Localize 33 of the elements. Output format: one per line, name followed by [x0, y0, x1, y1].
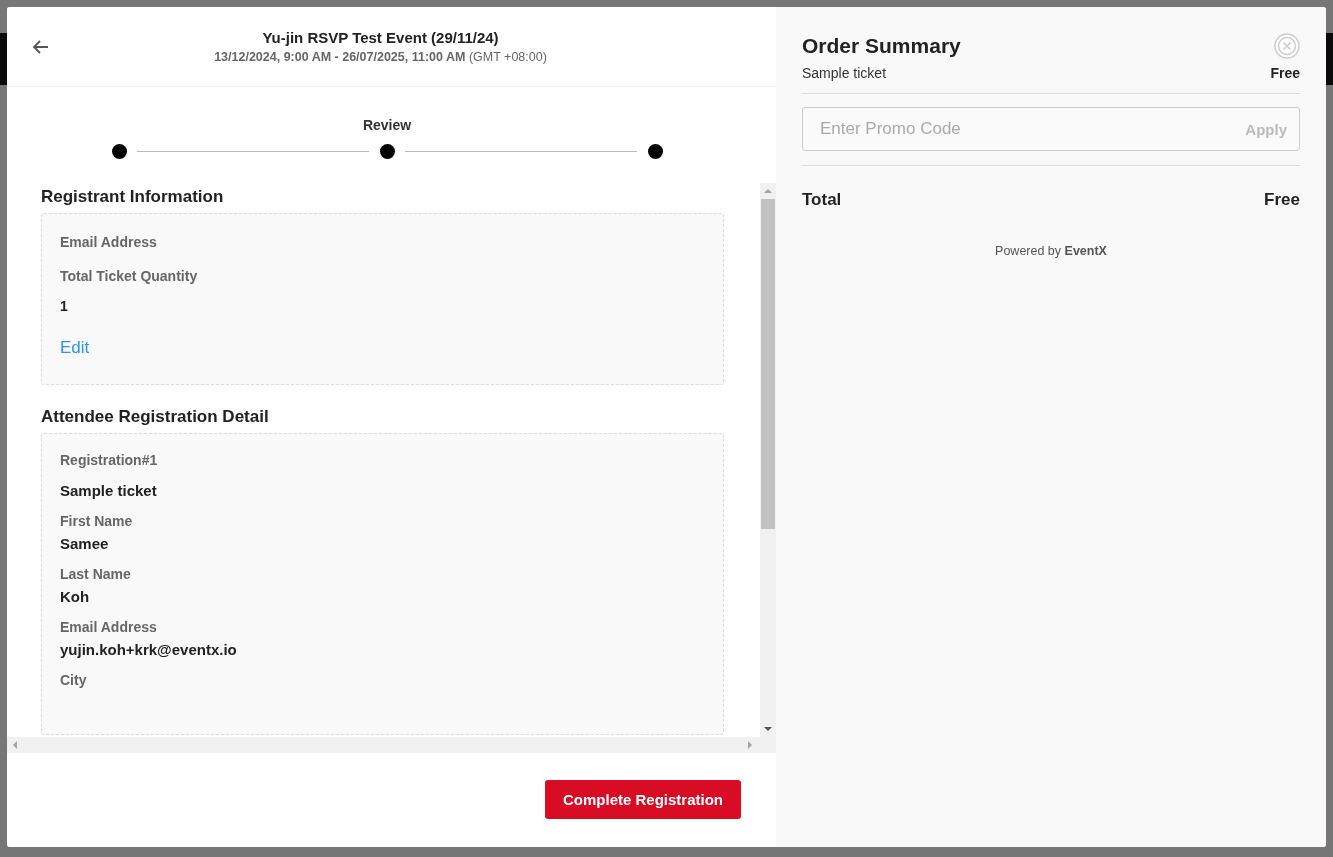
- field-label: Last Name: [60, 566, 132, 582]
- order-summary-title: Order Summary: [802, 34, 961, 58]
- field-value: yujin.koh+krk@eventx.io: [60, 641, 238, 658]
- ticket-name: Sample ticket: [60, 482, 158, 499]
- section-heading: Registrant Information: [41, 187, 225, 207]
- total-value: Free: [1264, 190, 1300, 210]
- field-label: First Name: [60, 513, 134, 529]
- step-label: Review: [362, 117, 412, 133]
- step-dot: [647, 144, 663, 159]
- edit-link[interactable]: Edit: [60, 338, 90, 358]
- apply-button[interactable]: Apply: [1245, 120, 1287, 138]
- total-label: Total: [802, 190, 842, 210]
- field-label: City: [60, 672, 88, 688]
- step-dot: [379, 144, 395, 159]
- powered-by-text: Powered by EventX: [994, 244, 1108, 258]
- step-dot: [111, 144, 127, 159]
- complete-registration-button[interactable]: Complete Registration: [544, 780, 741, 819]
- promo-code-field[interactable]: Enter Promo Code Apply: [802, 107, 1300, 151]
- registration-number: Registration#1: [60, 452, 159, 468]
- event-dates: 13/12/2024, 9:00 AM - 26/07/2025, 11:00 AM (GMT +08:00): [213, 50, 548, 64]
- field-value: 1: [60, 298, 69, 314]
- field-value: Koh: [60, 588, 91, 605]
- close-icon[interactable]: [1274, 33, 1300, 59]
- horizontal-scrollbar[interactable]: [7, 737, 776, 753]
- field-label: Total Ticket Quantity: [60, 268, 199, 284]
- field-value: Samee: [60, 535, 110, 552]
- ticket-price: Free: [1270, 65, 1300, 81]
- field-label: Email Address: [60, 619, 158, 635]
- ticket-name: Sample ticket: [802, 65, 887, 81]
- vertical-scrollbar[interactable]: [760, 183, 776, 737]
- section-heading: Attendee Registration Detail: [41, 407, 270, 427]
- field-label: Email Address: [60, 234, 158, 250]
- event-title: Yu-jin RSVP Test Event (29/11/24): [261, 29, 500, 46]
